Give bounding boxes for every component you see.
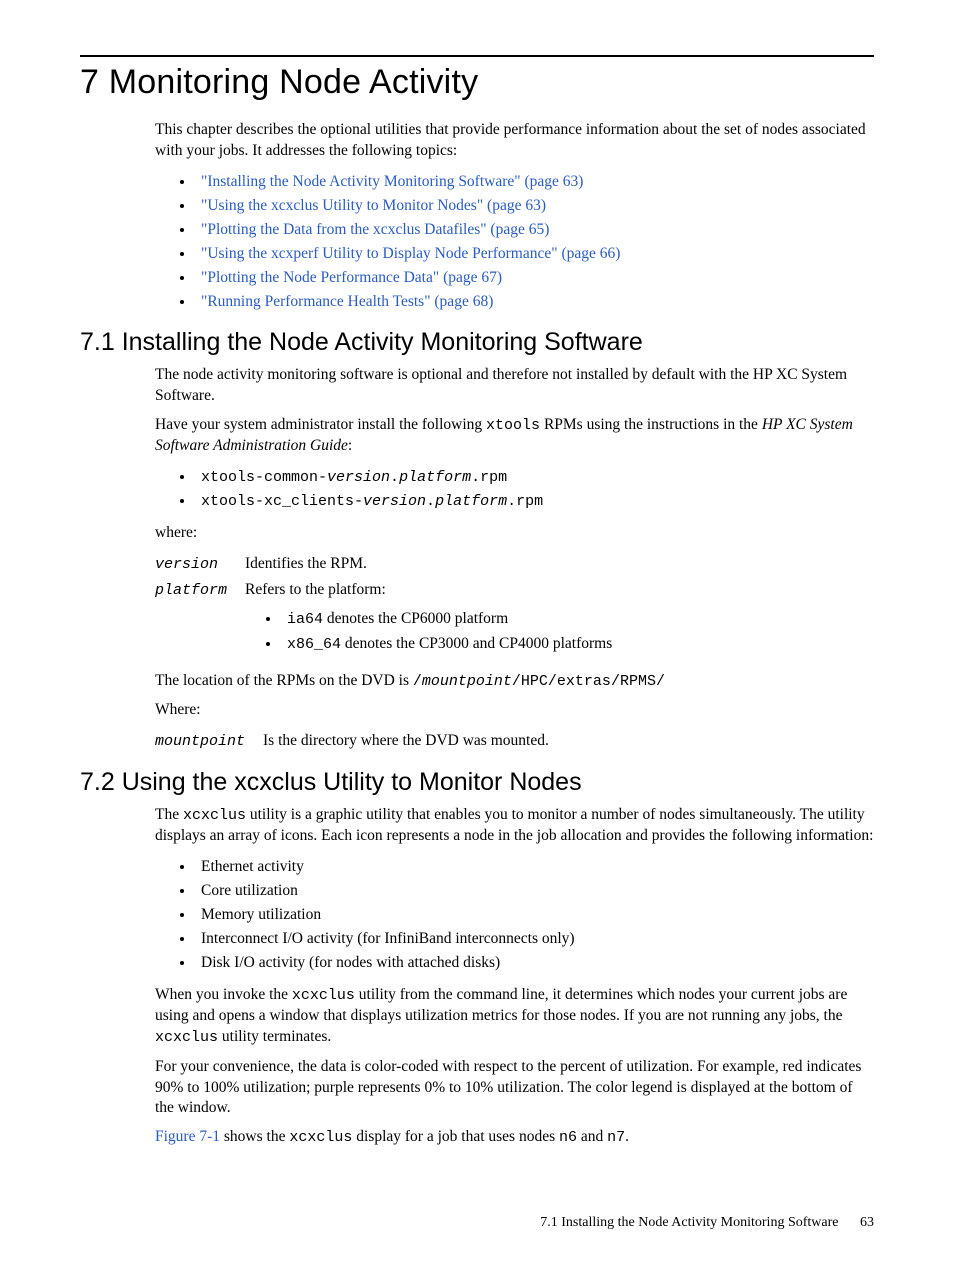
sec72-p3: For your convenience, the data is color-… (155, 1057, 874, 1120)
info-item: Interconnect I/O activity (for InfiniBan… (195, 927, 874, 951)
chapter-title: 7 Monitoring Node Activity (80, 63, 874, 102)
topic-link[interactable]: "Installing the Node Activity Monitoring… (201, 173, 583, 190)
code: xcxclus (289, 1129, 352, 1146)
text: When you invoke the (155, 986, 292, 1003)
code: ia64 (287, 611, 323, 628)
code: .rpm (471, 469, 507, 486)
code-xtools: xtools (486, 417, 540, 434)
platform-item: x86_64 denotes the CP3000 and CP4000 pla… (281, 632, 612, 657)
section-7-1-heading: 7.1 Installing the Node Activity Monitor… (80, 328, 874, 357)
code-var: version (363, 493, 426, 510)
topic-link[interactable]: "Plotting the Data from the xcxclus Data… (201, 221, 549, 238)
sec71-p1: The node activity monitoring software is… (155, 365, 874, 407)
where-label: where: (155, 523, 874, 544)
def-row: version Identifies the RPM. (155, 552, 630, 577)
text: RPMs using the instructions in the (540, 416, 762, 433)
topic-item: "Installing the Node Activity Monitoring… (195, 170, 874, 194)
def-term: platform (155, 582, 227, 599)
def-row: mountpoint Is the directory where the DV… (155, 729, 567, 754)
section-7-2-heading: 7.2 Using the xcxclus Utility to Monitor… (80, 768, 874, 797)
text: . (625, 1128, 629, 1145)
topic-link[interactable]: "Using the xcxperf Utility to Display No… (201, 245, 620, 262)
sec72-p4: Figure 7-1 shows the xcxclus display for… (155, 1127, 874, 1148)
chapter-number: 7 (80, 63, 99, 101)
content-area: 7 Monitoring Node Activity This chapter … (80, 55, 874, 1195)
topic-item: "Using the xcxclus Utility to Monitor No… (195, 194, 874, 218)
info-item: Memory utilization (195, 903, 874, 927)
chapter-name: Monitoring Node Activity (109, 63, 479, 101)
text: utility terminates. (218, 1028, 331, 1045)
def-desc: Identifies the RPM. (245, 552, 630, 577)
code: . (390, 469, 399, 486)
code: / (413, 673, 422, 690)
text: display for a job that uses nodes (352, 1128, 559, 1145)
platform-item: ia64 denotes the CP6000 platform (281, 607, 612, 632)
code: xtools-xc_clients- (201, 493, 363, 510)
def-table-2: mountpoint Is the directory where the DV… (155, 729, 567, 754)
text: utility is a graphic utility that enable… (155, 806, 873, 844)
section-7-2-body: The xcxclus utility is a graphic utility… (155, 805, 874, 1149)
topic-link[interactable]: "Using the xcxclus Utility to Monitor No… (201, 197, 546, 214)
intro-paragraph: This chapter describes the optional util… (155, 120, 874, 162)
def-row: platform Refers to the platform: ia64 de… (155, 578, 630, 663)
code-var: platform (399, 469, 471, 486)
text: and (577, 1128, 607, 1145)
topic-link[interactable]: "Running Performance Health Tests" (page… (201, 293, 493, 310)
code: /HPC/extras/RPMS/ (512, 673, 665, 690)
code: .rpm (507, 493, 543, 510)
topic-list: "Installing the Node Activity Monitoring… (155, 170, 874, 314)
info-item: Core utilization (195, 879, 874, 903)
def-term: mountpoint (155, 733, 245, 750)
text: The location of the RPMs on the DVD is (155, 672, 413, 689)
top-rule (80, 55, 874, 57)
text: The (155, 806, 183, 823)
rpm-item: xtools-xc_clients-version.platform.rpm (195, 489, 874, 513)
where-label-2: Where: (155, 700, 874, 721)
info-item: Disk I/O activity (for nodes with attach… (195, 951, 874, 975)
topic-item: "Plotting the Data from the xcxclus Data… (195, 218, 874, 242)
info-list: Ethernet activity Core utilization Memor… (155, 855, 874, 975)
figure-ref-link[interactable]: Figure 7-1 (155, 1128, 220, 1145)
text: : (348, 437, 352, 454)
rpm-location: The location of the RPMs on the DVD is /… (155, 671, 874, 692)
def-term: version (155, 556, 218, 573)
sec71-p2: Have your system administrator install t… (155, 415, 874, 457)
code: xcxclus (292, 987, 355, 1004)
rpm-item: xtools-common-version.platform.rpm (195, 465, 874, 489)
text: Refers to the platform: (245, 581, 386, 598)
footer-section-label: 7.1 Installing the Node Activity Monitor… (540, 1215, 838, 1230)
topic-link[interactable]: "Plotting the Node Performance Data" (pa… (201, 269, 502, 286)
info-item: Ethernet activity (195, 855, 874, 879)
text: denotes the CP3000 and CP4000 platforms (341, 635, 612, 652)
def-desc: Is the directory where the DVD was mount… (263, 729, 567, 754)
code: n7 (607, 1129, 625, 1146)
code: . (426, 493, 435, 510)
platform-list: ia64 denotes the CP6000 platform x86_64 … (245, 607, 612, 657)
intro-block: This chapter describes the optional util… (155, 120, 874, 314)
page: 7 Monitoring Node Activity This chapter … (0, 0, 954, 1271)
text: shows the (220, 1128, 289, 1145)
sec72-p2: When you invoke the xcxclus utility from… (155, 985, 874, 1048)
code: xtools-common- (201, 469, 327, 486)
def-table-1: version Identifies the RPM. platform Ref… (155, 552, 630, 662)
code-var: mountpoint (422, 673, 512, 690)
sec72-p1: The xcxclus utility is a graphic utility… (155, 805, 874, 847)
code: xcxclus (183, 807, 246, 824)
code: n6 (559, 1129, 577, 1146)
text: Have your system administrator install t… (155, 416, 486, 433)
code: xcxclus (155, 1029, 218, 1046)
page-footer: 7.1 Installing the Node Activity Monitor… (80, 1195, 874, 1231)
topic-item: "Running Performance Health Tests" (page… (195, 290, 874, 314)
rpm-list: xtools-common-version.platform.rpm xtool… (155, 465, 874, 514)
section-7-1-body: The node activity monitoring software is… (155, 365, 874, 754)
page-number: 63 (860, 1215, 874, 1230)
code-var: platform (435, 493, 507, 510)
topic-item: "Plotting the Node Performance Data" (pa… (195, 266, 874, 290)
topic-item: "Using the xcxperf Utility to Display No… (195, 242, 874, 266)
code: x86_64 (287, 636, 341, 653)
def-desc: Refers to the platform: ia64 denotes the… (245, 578, 630, 663)
code-var: version (327, 469, 390, 486)
text: denotes the CP6000 platform (323, 610, 508, 627)
